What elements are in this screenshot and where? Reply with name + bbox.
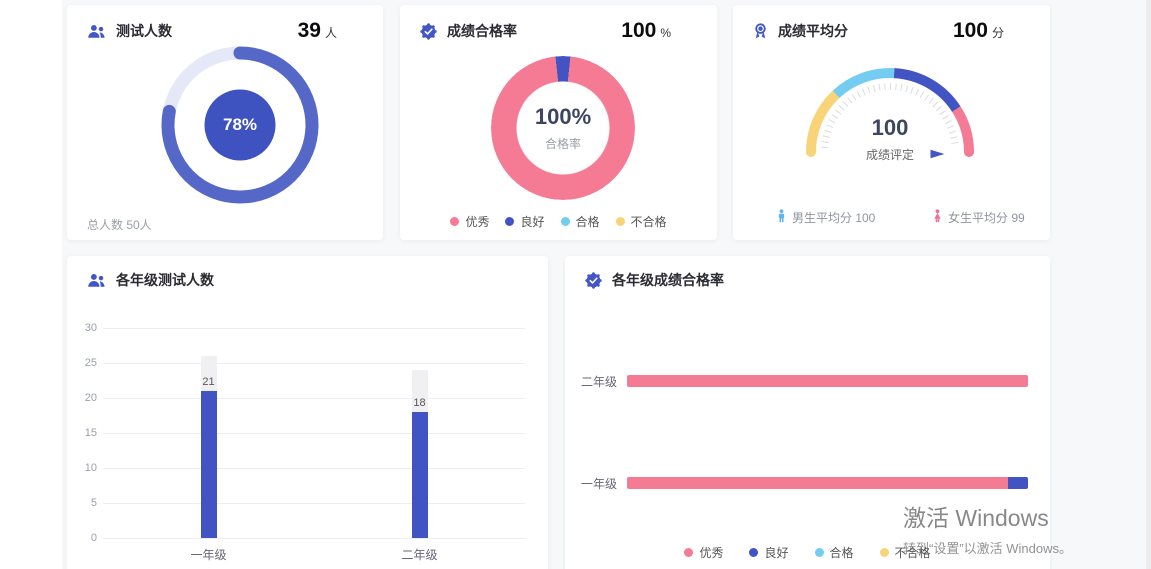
card-header: 各年级测试人数	[67, 256, 548, 290]
pass-rate-value: 100	[621, 19, 656, 43]
gauge-label: 成绩评定	[790, 146, 990, 163]
card-title: 成绩合格率	[447, 21, 517, 41]
y-axis-tick: 30	[69, 322, 97, 334]
avg-score-unit: 分	[992, 24, 1004, 41]
legend-item[interactable]: 不合格	[880, 544, 931, 561]
legend-item[interactable]: 合格	[561, 213, 600, 230]
bar-value-label: 18	[400, 397, 440, 409]
gridline	[103, 398, 525, 399]
y-axis-tick: 20	[69, 392, 97, 404]
card-title: 各年级测试人数	[116, 270, 214, 290]
card-pass-rate: 成绩合格率 100 % 100% 合格率 优秀 良好 合格 不合格	[400, 5, 717, 240]
legend-item[interactable]: 良好	[749, 544, 788, 561]
grade-count-bar-chart: 05101520253021一年级18二年级	[103, 328, 525, 538]
badge-check-icon	[420, 23, 437, 40]
card-average-score: 成绩平均分 100 分 100 成绩评定 男生平均分 100	[733, 5, 1050, 240]
female-average-text: 女生平均分 99	[948, 209, 1025, 226]
legend-label: 合格	[830, 544, 854, 561]
legend-item[interactable]: 优秀	[684, 544, 723, 561]
ring-center-label: 78%	[155, 40, 325, 210]
x-axis-label: 二年级	[380, 546, 460, 563]
donut-center-value: 100%	[535, 104, 591, 130]
test-count-unit: 人	[325, 24, 337, 41]
legend-dot-icon	[505, 217, 514, 226]
donut-center-label: 合格率	[545, 135, 581, 152]
legend-label: 优秀	[465, 213, 489, 230]
legend-dot-icon	[684, 548, 693, 557]
card-header: 成绩平均分 100 分	[733, 5, 1050, 43]
legend-dot-icon	[815, 548, 824, 557]
bar	[201, 391, 217, 538]
grade-pass-legend: 优秀 良好 合格 不合格	[565, 544, 1050, 561]
legend-dot-icon	[880, 548, 889, 557]
pass-rate-unit: %	[660, 26, 671, 40]
female-icon	[933, 209, 942, 226]
legend-dot-icon	[749, 548, 758, 557]
gridline	[103, 468, 525, 469]
card-title: 测试人数	[116, 21, 172, 41]
avg-score-value: 100	[953, 19, 988, 43]
legend-dot-icon	[450, 217, 459, 226]
pass-rate-legend: 优秀 良好 合格 不合格	[400, 213, 717, 230]
legend-label: 不合格	[895, 544, 931, 561]
category-label: 一年级	[565, 475, 617, 492]
male-average-text: 男生平均分 100	[792, 209, 875, 226]
y-axis-tick: 25	[69, 357, 97, 369]
legend-dot-icon	[561, 217, 570, 226]
legend-item[interactable]: 优秀	[450, 213, 489, 230]
gridline	[103, 538, 525, 539]
donut-center: 100% 合格率	[491, 56, 635, 200]
legend-item[interactable]: 不合格	[616, 213, 667, 230]
medal-icon	[753, 22, 768, 40]
bar	[412, 412, 428, 538]
card-grade-pass-rate: 各年级成绩合格率 二年级一年级 优秀良好合格不合格	[565, 256, 1050, 569]
female-average: 女生平均分 99	[933, 209, 1025, 226]
male-average: 男生平均分 100	[777, 209, 875, 226]
bar-segment	[627, 375, 1028, 387]
gridline	[103, 363, 525, 364]
dashboard-page: 测试人数 39 人 78% 总人数 50人	[0, 0, 1151, 569]
male-icon	[777, 209, 786, 226]
legend-item[interactable]: 良好	[505, 213, 544, 230]
y-axis-tick: 15	[69, 427, 97, 439]
stacked-bar	[627, 375, 1028, 387]
gridline	[103, 433, 525, 434]
card-value: 100 分	[953, 19, 1004, 43]
stacked-bar	[627, 477, 1028, 489]
users-icon	[87, 273, 106, 288]
total-count-footer: 总人数 50人	[87, 216, 152, 233]
legend-item[interactable]: 合格	[815, 544, 854, 561]
card-title: 成绩平均分	[778, 21, 848, 41]
bar-segment	[627, 477, 1008, 489]
y-axis-tick: 10	[69, 462, 97, 474]
bar-value-label: 21	[189, 376, 229, 388]
legend-label: 良好	[764, 544, 788, 561]
card-value: 100 %	[621, 19, 671, 43]
x-axis-label: 一年级	[169, 546, 249, 563]
legend-label: 不合格	[631, 213, 667, 230]
gridline	[103, 503, 525, 504]
y-axis-tick: 0	[69, 532, 97, 544]
gridline	[103, 328, 525, 329]
category-label: 二年级	[565, 373, 617, 390]
legend-label: 良好	[520, 213, 544, 230]
gauge-pointer-icon	[930, 149, 945, 159]
y-axis-tick: 5	[69, 497, 97, 509]
card-grade-test-count: 各年级测试人数 05101520253021一年级18二年级	[67, 256, 548, 569]
card-header: 成绩合格率 100 %	[400, 5, 717, 43]
legend-dot-icon	[616, 217, 625, 226]
legend-label: 合格	[576, 213, 600, 230]
gauge-value: 100	[790, 115, 990, 141]
users-icon	[87, 24, 106, 39]
bar-segment	[1008, 477, 1028, 489]
grade-pass-bar-chart: 二年级一年级	[565, 256, 1050, 569]
card-header: 测试人数 39 人	[67, 5, 383, 43]
scrollbar[interactable]	[1146, 0, 1151, 569]
legend-label: 优秀	[699, 544, 723, 561]
card-test-count: 测试人数 39 人 78% 总人数 50人	[67, 5, 383, 240]
